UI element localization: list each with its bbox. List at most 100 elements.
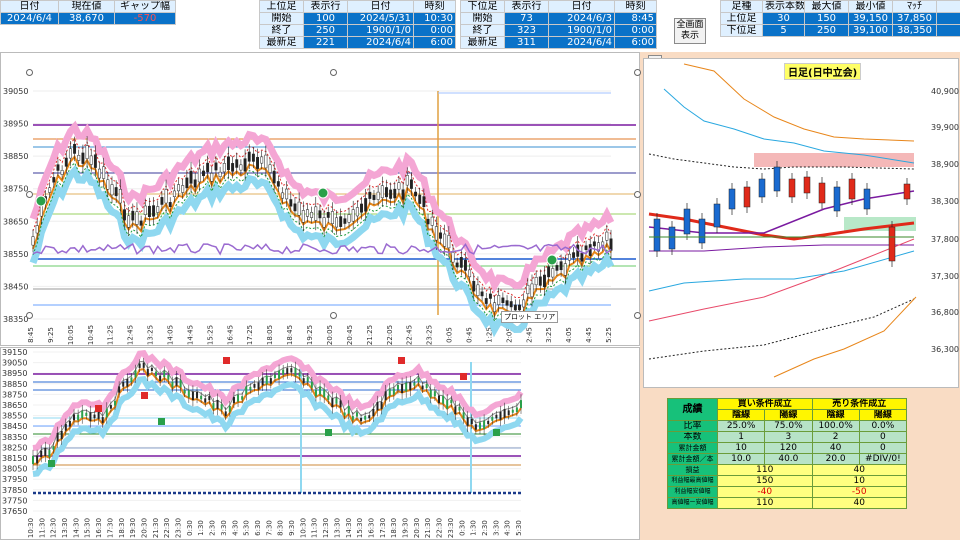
candle <box>210 172 214 182</box>
lower-timeframe-table: 下位足 表示行 日付 時刻 開始 73 2024/6/3 8:45 終了 323… <box>460 0 657 49</box>
summary-col-header: 足種 <box>720 0 763 13</box>
lower-end-date-cell[interactable]: 1900/1/0 <box>548 24 615 37</box>
resize-handle[interactable] <box>634 312 641 319</box>
candle <box>572 252 576 258</box>
x-tick-label: 16:45 <box>226 325 234 345</box>
upper-end-time-cell[interactable]: 0:00 <box>413 24 456 37</box>
band-line <box>663 88 915 164</box>
candle <box>48 187 52 193</box>
candle <box>204 398 207 403</box>
lower-chart-svg: 39150 3905038950 3885038750 38650 3855038450… <box>2 348 524 538</box>
candle <box>451 252 455 263</box>
x-tick-label: 18:30 <box>118 518 126 538</box>
resize-handle[interactable] <box>330 312 337 319</box>
candle <box>497 295 501 305</box>
col-gap-header: ギャップ幅 <box>114 0 176 13</box>
resize-handle[interactable] <box>26 312 33 319</box>
candle <box>142 362 145 368</box>
summary-cell[interactable]: 39,100 <box>848 24 893 37</box>
resize-handle[interactable] <box>330 69 337 76</box>
lower-end-row-cell[interactable]: 323 <box>504 24 549 37</box>
daily-chart[interactable]: 日足(日中立会) 40,900 39,900 38,900 38,300 37,800 3… <box>643 58 959 388</box>
summary-cell[interactable] <box>936 24 960 37</box>
x-tick-label: 11:25 <box>107 325 115 345</box>
x-tick-label: 0:30 <box>186 520 194 536</box>
results-cell: 3 <box>764 431 813 443</box>
upper-start-row-cell[interactable]: 100 <box>303 12 348 25</box>
current-date-cell[interactable]: 2024/6/4 <box>0 12 59 25</box>
current-price-cell[interactable]: 38,670 <box>58 12 115 25</box>
candle <box>518 304 521 311</box>
buy-bullish-header: 陽線 <box>764 409 813 421</box>
upper-latest-time-cell[interactable]: 6:00 <box>413 36 456 49</box>
candle <box>323 389 326 398</box>
lower-end-time-cell[interactable]: 0:00 <box>614 24 657 37</box>
x-tick-label: 16:30 <box>367 518 375 538</box>
candle <box>81 410 84 419</box>
y-tick-label: 38650 <box>3 217 28 226</box>
candle <box>351 416 354 421</box>
upper-start-time-cell[interactable]: 10:30 <box>413 12 456 25</box>
candle <box>114 400 117 406</box>
candle <box>243 158 247 172</box>
lower-start-row-cell[interactable]: 73 <box>504 12 549 25</box>
resize-handle[interactable] <box>634 191 641 198</box>
y-tick-label: 38950 <box>3 120 28 129</box>
candle <box>360 417 363 422</box>
resize-handle[interactable] <box>26 69 33 76</box>
candle <box>185 177 189 189</box>
summary-cell[interactable]: 39,150 <box>848 12 893 25</box>
lower-start-date-cell[interactable]: 2024/6/3 <box>548 12 615 25</box>
y-tick-label: 38750 <box>3 185 28 194</box>
gap-width-cell[interactable]: -570 <box>114 12 176 25</box>
summary-cell[interactable] <box>936 12 960 25</box>
ratio-label: 比率 <box>667 420 718 432</box>
y-tick-label: 38350 <box>2 433 27 442</box>
x-tick-label: 18:05 <box>266 325 274 345</box>
resize-handle[interactable] <box>26 191 33 198</box>
summary-cell[interactable]: 250 <box>804 24 849 37</box>
summary-cell[interactable]: 38,350 <box>892 24 937 37</box>
candle <box>580 253 584 262</box>
buy-condition-header: 買い条件成立 <box>717 398 813 410</box>
main-intraday-chart[interactable]: 39050 38950 38850 38750 38650 38550 38450 38350… <box>0 52 640 346</box>
buy-signal-marker <box>158 418 165 425</box>
upper-end-date-cell[interactable]: 1900/1/0 <box>347 24 414 37</box>
upper-latest-row-cell[interactable]: 221 <box>303 36 348 49</box>
candle <box>278 370 281 379</box>
upper-end-row-cell[interactable]: 250 <box>303 24 348 37</box>
band-line <box>648 250 915 292</box>
y-tick-label: 38,900 <box>931 160 959 169</box>
summary-cell[interactable]: 5 <box>762 24 805 37</box>
candle <box>433 391 436 397</box>
lower-latest-row-cell[interactable]: 311 <box>504 36 549 49</box>
summary-row-label: 下位足 <box>720 24 763 37</box>
candle <box>803 176 811 194</box>
lower-latest-date-cell[interactable]: 2024/6/4 <box>548 36 615 49</box>
full-screen-button[interactable]: 全画面 表示 <box>674 18 706 44</box>
candle <box>175 377 178 386</box>
candle <box>668 226 676 250</box>
summary-cell[interactable]: 37,850 <box>892 12 937 25</box>
summary-cell[interactable]: 30 <box>762 12 805 25</box>
candle <box>183 390 186 394</box>
lower-latest-time-cell[interactable]: 6:00 <box>614 36 657 49</box>
lower-row-label: 最新足 <box>460 36 505 49</box>
x-tick-label: 23:30 <box>447 518 455 538</box>
upper-latest-date-cell[interactable]: 2024/6/4 <box>347 36 414 49</box>
results-cell: 10 <box>716 442 766 454</box>
x-tick-label: 19:30 <box>402 518 410 538</box>
candle <box>110 184 114 196</box>
y-tick-label: 38350 <box>3 315 28 324</box>
y-tick-label: 37950 <box>2 475 27 484</box>
candle <box>326 212 330 218</box>
x-tick-label: 22:30 <box>436 518 444 538</box>
resize-handle[interactable] <box>634 69 641 76</box>
upper-start-date-cell[interactable]: 2024/5/31 <box>347 12 414 25</box>
candle <box>216 399 219 409</box>
lower-timeframe-chart[interactable]: 39150 39050 38950 38850 38750 38650 38550 38450… <box>0 347 640 540</box>
candle <box>68 148 72 159</box>
lower-start-time-cell[interactable]: 8:45 <box>614 12 657 25</box>
summary-cell[interactable]: 150 <box>804 12 849 25</box>
results-merged-cell: 150 <box>717 475 813 487</box>
